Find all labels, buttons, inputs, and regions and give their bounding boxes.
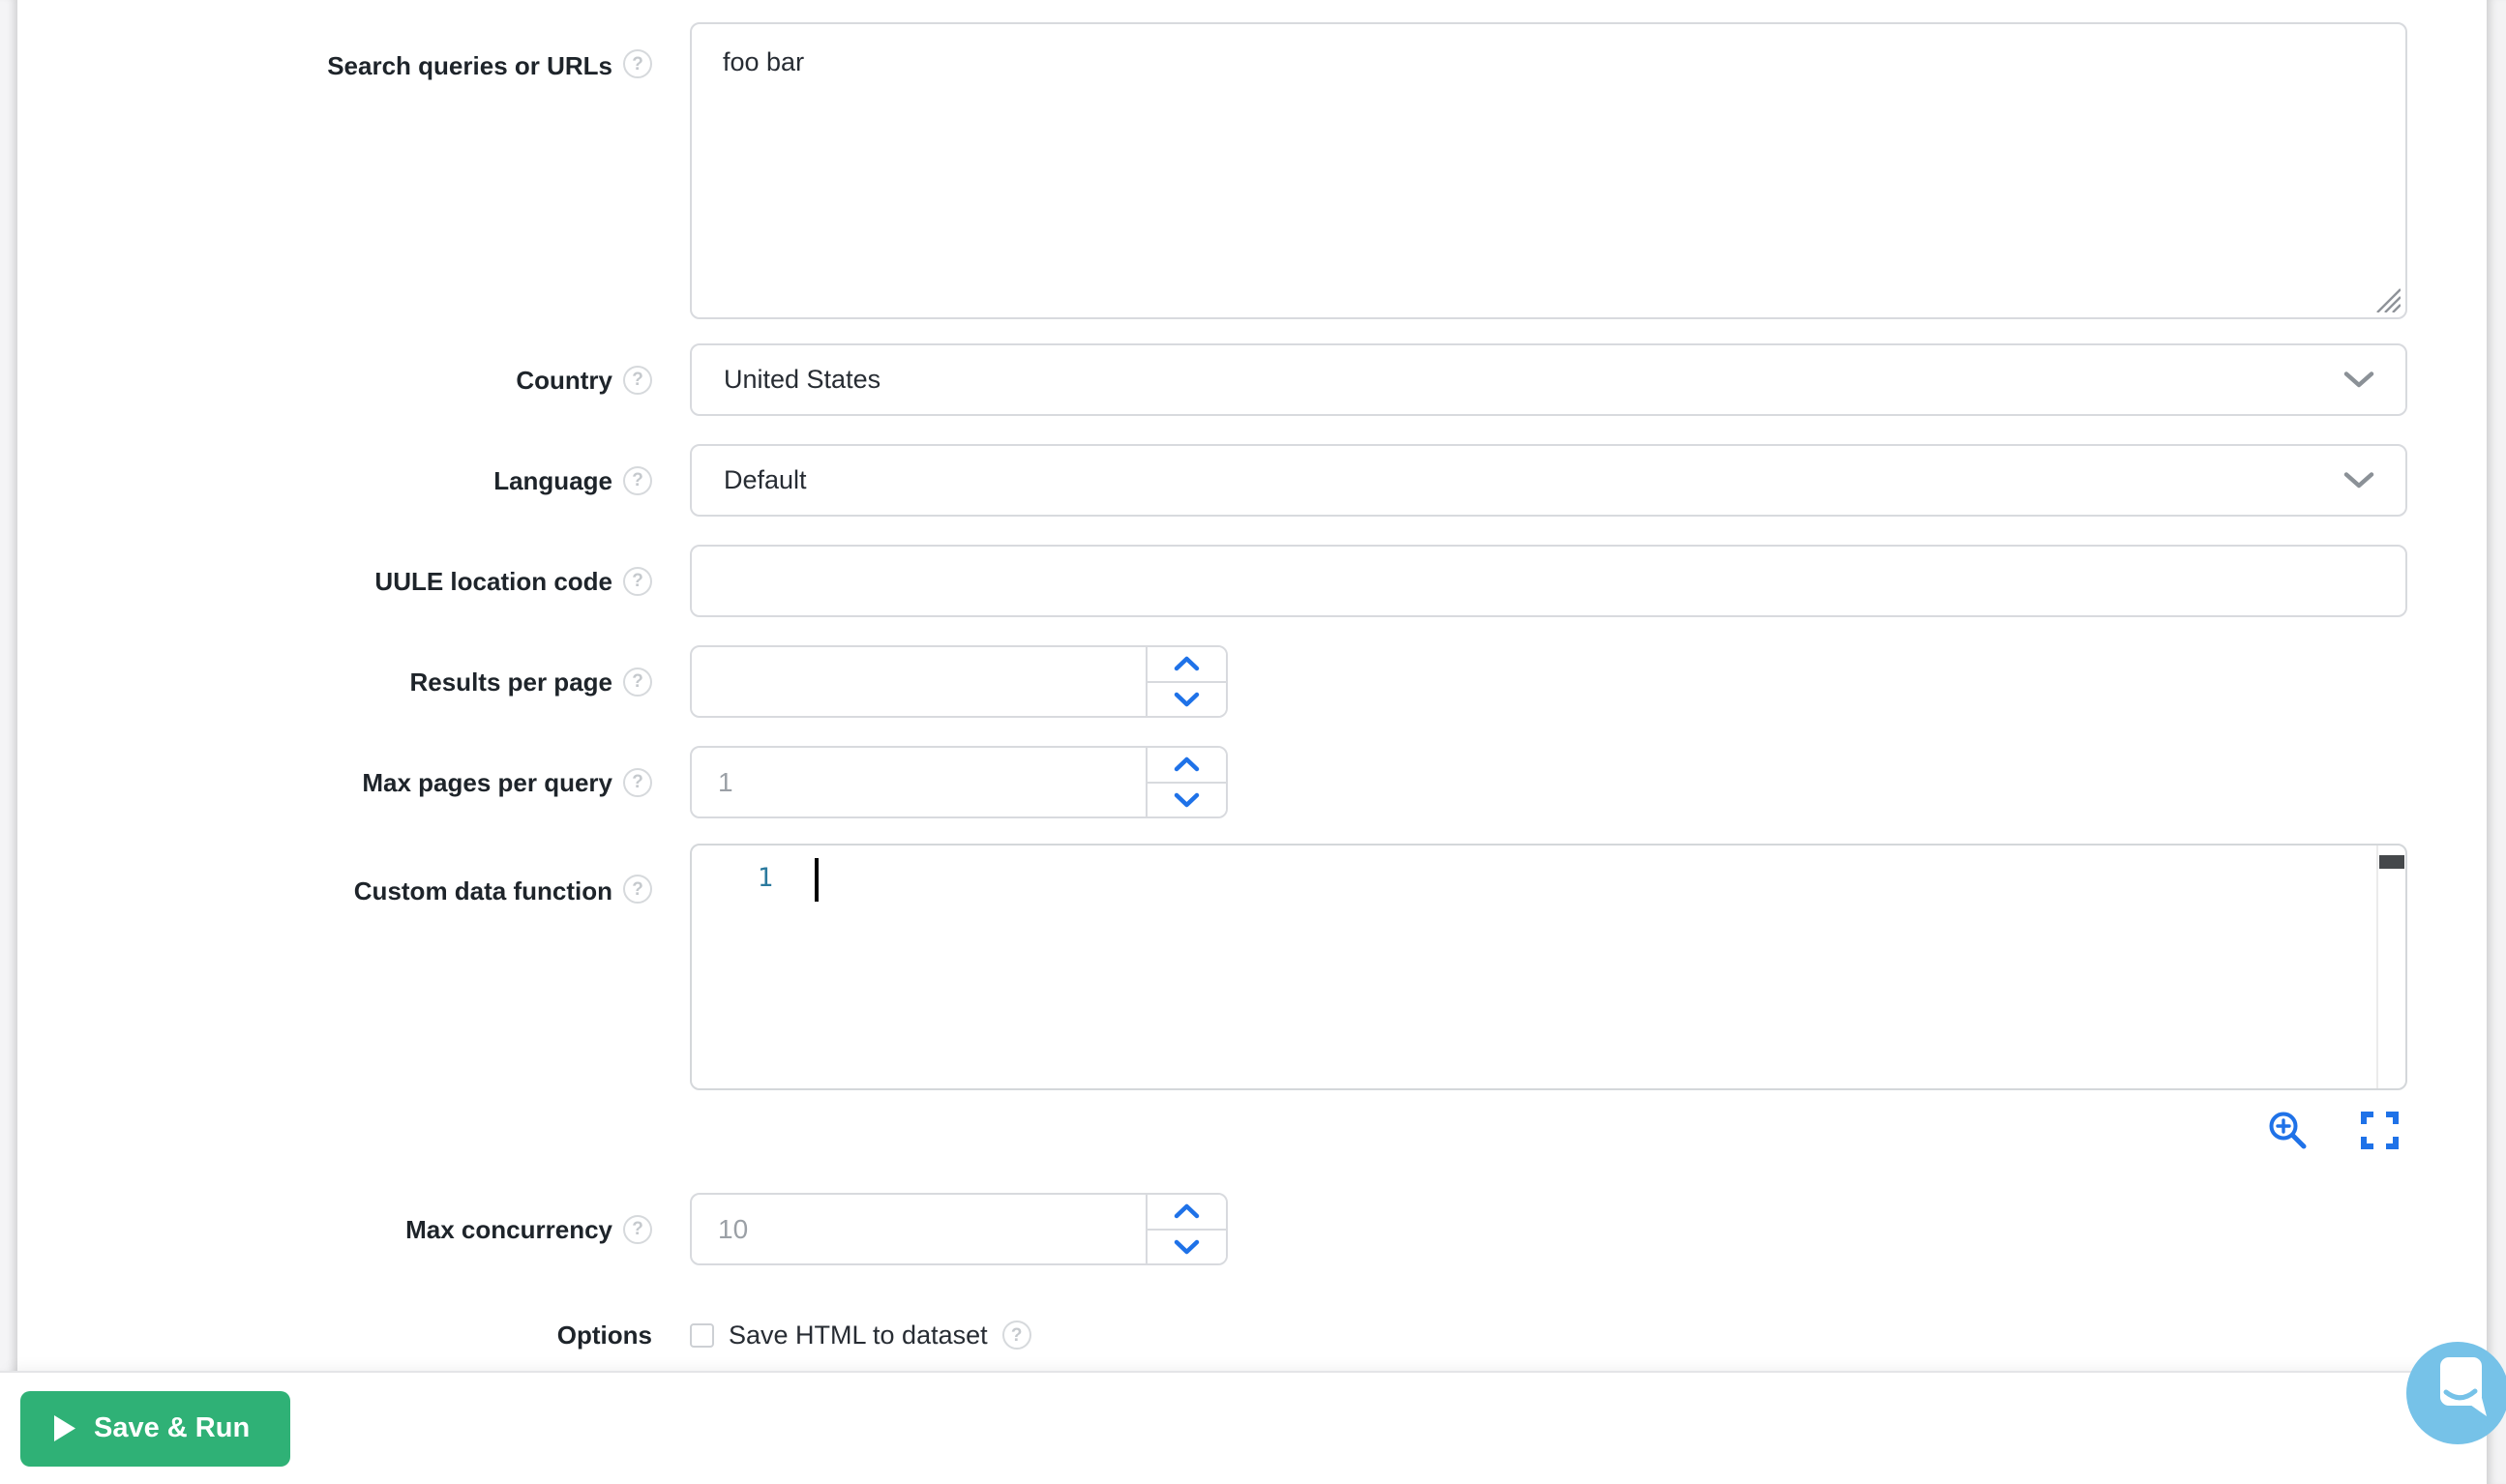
minimap-divider bbox=[2376, 846, 2378, 1088]
uule-input[interactable] bbox=[690, 545, 2407, 617]
help-icon[interactable]: ? bbox=[623, 466, 652, 495]
help-icon[interactable]: ? bbox=[623, 875, 652, 904]
options-label: Options bbox=[557, 1319, 652, 1351]
chevron-up-icon bbox=[1174, 1203, 1200, 1219]
chat-bubble-icon bbox=[2406, 1342, 2506, 1444]
stepper-down-button[interactable] bbox=[1148, 1229, 1226, 1264]
chevron-down-icon bbox=[2343, 371, 2374, 389]
chevron-down-icon bbox=[1174, 792, 1200, 808]
country-select[interactable]: United States bbox=[690, 343, 2407, 416]
stepper-up-button[interactable] bbox=[1148, 647, 1226, 681]
uule-label: UULE location code bbox=[374, 565, 612, 598]
country-select-value: United States bbox=[724, 365, 880, 395]
chat-launcher-button[interactable] bbox=[2406, 1342, 2506, 1444]
max-concurrency-input: 10 bbox=[690, 1193, 1228, 1265]
save-html-checkbox-label[interactable]: Save HTML to dataset bbox=[729, 1321, 988, 1350]
field-row-max-pages: Max pages per query ? 1 bbox=[17, 746, 2487, 818]
input-form-card: Search queries or URLs ? foo bar bbox=[17, 0, 2487, 1371]
fullscreen-icon bbox=[2360, 1111, 2400, 1150]
help-icon[interactable]: ? bbox=[623, 768, 652, 797]
stepper-down-button[interactable] bbox=[1148, 681, 1226, 717]
max-pages-input: 1 bbox=[690, 746, 1228, 818]
play-icon bbox=[54, 1415, 75, 1441]
country-label: Country bbox=[516, 364, 612, 397]
code-editor[interactable]: 1 bbox=[690, 844, 2407, 1090]
results-per-page-value[interactable] bbox=[692, 647, 1148, 716]
chevron-down-icon bbox=[1174, 1239, 1200, 1255]
results-per-page-input bbox=[690, 645, 1228, 718]
language-select[interactable]: Default bbox=[690, 444, 2407, 517]
fullscreen-button[interactable] bbox=[2360, 1111, 2400, 1150]
help-icon[interactable]: ? bbox=[623, 668, 652, 697]
save-html-checkbox[interactable] bbox=[690, 1323, 714, 1348]
help-icon[interactable]: ? bbox=[623, 1215, 652, 1244]
field-row-search-queries: Search queries or URLs ? foo bar bbox=[17, 22, 2487, 319]
field-row-max-concurrency: Max concurrency ? 10 bbox=[17, 1193, 2487, 1265]
search-queries-label: Search queries or URLs bbox=[327, 49, 612, 82]
stepper-down-button[interactable] bbox=[1148, 782, 1226, 817]
field-row-results-per-page: Results per page ? bbox=[17, 645, 2487, 718]
action-bar: Save & Run bbox=[0, 1371, 2506, 1484]
custom-data-function-label: Custom data function bbox=[354, 875, 612, 907]
max-pages-label: Max pages per query bbox=[362, 766, 612, 799]
chevron-up-icon bbox=[1174, 757, 1200, 772]
field-row-custom-data-function: Custom data function ? 1 bbox=[17, 844, 2487, 1193]
chevron-down-icon bbox=[2343, 471, 2374, 490]
resize-handle-icon[interactable] bbox=[2373, 285, 2401, 312]
chevron-down-icon bbox=[1174, 692, 1200, 707]
max-pages-value[interactable]: 1 bbox=[692, 748, 1148, 816]
max-concurrency-value[interactable]: 10 bbox=[692, 1195, 1148, 1263]
page-left-gutter bbox=[0, 0, 17, 1371]
zoom-in-icon bbox=[2265, 1108, 2310, 1152]
help-icon[interactable]: ? bbox=[623, 567, 652, 596]
results-per-page-label: Results per page bbox=[409, 666, 612, 698]
field-row-uule: UULE location code ? bbox=[17, 545, 2487, 617]
help-icon[interactable]: ? bbox=[623, 366, 652, 395]
field-row-options: Options Save HTML to dataset ? bbox=[17, 1316, 2487, 1354]
language-label: Language bbox=[493, 464, 612, 497]
language-select-value: Default bbox=[724, 465, 807, 495]
help-icon[interactable]: ? bbox=[1002, 1321, 1031, 1350]
field-row-language: Language ? Default bbox=[17, 444, 2487, 517]
actor-input-form-page: Search queries or URLs ? foo bar bbox=[0, 0, 2506, 1484]
stepper-up-button[interactable] bbox=[1148, 748, 1226, 782]
field-row-country: Country ? United States bbox=[17, 343, 2487, 416]
chevron-up-icon bbox=[1174, 656, 1200, 671]
save-and-run-button[interactable]: Save & Run bbox=[20, 1391, 290, 1467]
max-concurrency-label: Max concurrency bbox=[405, 1213, 612, 1246]
search-queries-textarea[interactable]: foo bar bbox=[690, 22, 2407, 319]
help-icon[interactable]: ? bbox=[623, 49, 652, 78]
minimap-content-bar bbox=[2379, 855, 2404, 869]
text-cursor bbox=[815, 858, 819, 902]
save-and-run-label: Save & Run bbox=[94, 1412, 250, 1444]
zoom-in-button[interactable] bbox=[2265, 1108, 2310, 1152]
line-number: 1 bbox=[738, 863, 773, 893]
editor-actions bbox=[690, 1108, 2407, 1152]
page-right-gutter[interactable] bbox=[2487, 0, 2506, 1484]
stepper-up-button[interactable] bbox=[1148, 1195, 1226, 1229]
